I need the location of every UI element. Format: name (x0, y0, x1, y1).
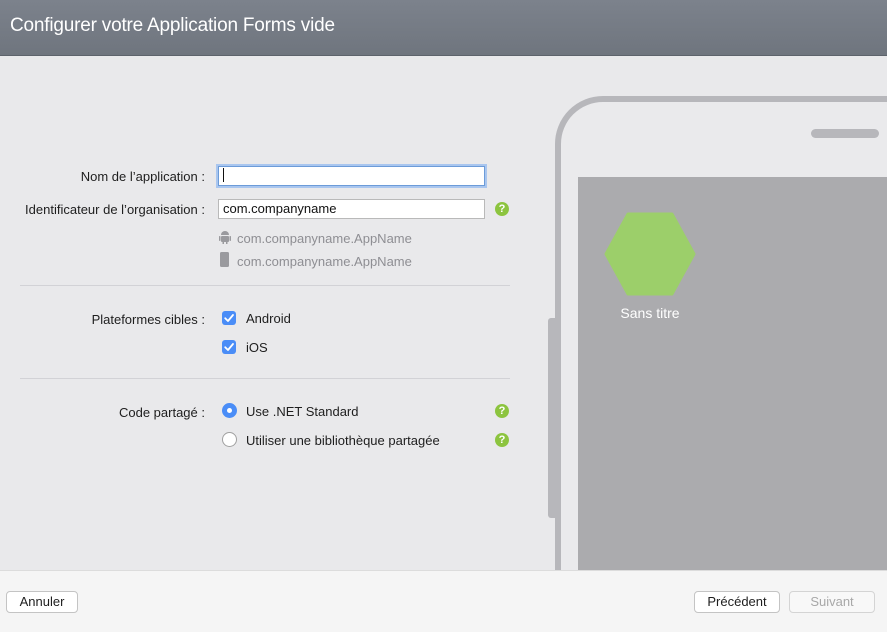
org-id-input[interactable]: com.companyname (218, 199, 485, 219)
cancel-button[interactable]: Annuler (6, 591, 78, 613)
shared-code-label: Code partagé : (118, 405, 205, 420)
next-button[interactable]: Suivant (789, 591, 875, 613)
net-standard-radio[interactable] (222, 403, 237, 418)
ios-checkbox[interactable] (222, 340, 236, 354)
phone-speaker (811, 129, 879, 138)
text-caret (223, 168, 224, 182)
org-id-label: Identificateur de l’organisation : (25, 202, 205, 217)
previous-button[interactable]: Précédent (694, 591, 780, 613)
shared-library-option-label[interactable]: Utiliser une bibliothèque partagée (246, 433, 440, 448)
ios-option-label[interactable]: iOS (246, 340, 268, 355)
dialog-content: Nom de l’application : Identificateur de… (0, 56, 887, 570)
phone-side-button (548, 318, 555, 518)
app-hexagon-icon (604, 212, 696, 296)
checkmark-icon (224, 314, 234, 322)
app-name-input[interactable] (218, 166, 485, 186)
ios-bundle-id: com.companyname.AppName (237, 254, 412, 269)
shared-library-help-icon[interactable]: ? (495, 433, 509, 447)
android-checkbox[interactable] (222, 311, 236, 325)
android-icon (219, 231, 231, 244)
dialog-footer: Annuler Précédent Suivant (0, 570, 887, 632)
dialog-title: Configurer votre Application Forms vide (10, 15, 335, 36)
net-standard-help-icon[interactable]: ? (495, 404, 509, 418)
app-preview-title: Sans titre (620, 305, 680, 321)
platforms-label: Plateformes cibles : (91, 312, 205, 327)
net-standard-option-label[interactable]: Use .NET Standard (246, 404, 358, 419)
org-id-help-icon[interactable]: ? (495, 202, 509, 216)
app-name-label: Nom de l’application : (80, 169, 205, 184)
android-option-label[interactable]: Android (246, 311, 291, 326)
dialog-header: Configurer votre Application Forms vide (0, 0, 887, 56)
ios-device-icon (220, 252, 229, 267)
android-bundle-id: com.companyname.AppName (237, 231, 412, 246)
section-divider (20, 378, 510, 379)
shared-library-radio[interactable] (222, 432, 237, 447)
checkmark-icon (224, 343, 234, 351)
section-divider (20, 285, 510, 286)
